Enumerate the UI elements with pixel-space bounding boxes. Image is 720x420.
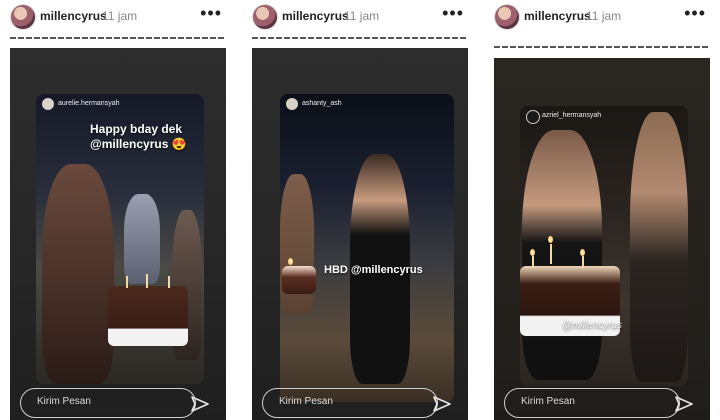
story-content[interactable]: ashanty_ash HBD @millencyrus Kirim Pesan [252,48,468,420]
candle [126,276,128,288]
candle-flame [530,249,535,256]
avatar[interactable] [494,4,520,30]
candle-flame [548,236,553,243]
photo-person [42,164,114,384]
card-username: azriel_hermansyah [542,112,602,119]
story-header: millencyrus 11 jam ••• [484,0,720,34]
candle [532,256,534,268]
story-content[interactable]: aurelie.hermansyah Happy bday dek @mille… [10,48,226,420]
more-options-icon[interactable]: ••• [684,3,706,24]
story-panel-3: millencyrus 11 jam ••• azriel_hermansyah… [484,0,720,420]
card-username: aurelie.hermansyah [58,100,120,107]
reposted-story-card: aurelie.hermansyah Happy bday dek @mille… [36,94,204,384]
send-message-placeholder: Kirim Pesan [279,396,333,407]
username[interactable]: millencyrus [524,9,591,23]
candle [550,244,552,264]
story-header: millencyrus 11 jam ••• [0,0,236,34]
photo-person [630,112,688,382]
send-icon[interactable] [432,394,452,414]
story-progress-bar [10,37,226,39]
story-header: millencyrus 11 jam ••• [242,0,478,34]
candle [168,276,170,288]
candle [582,256,584,268]
send-icon[interactable] [674,394,694,414]
reposted-story-card: azriel_hermansyah @millencyrus [520,106,688,386]
username[interactable]: millencyrus [40,9,107,23]
post-time: 11 jam [344,9,380,23]
card-avatar [526,110,540,124]
card-avatar [42,98,54,110]
story-caption: @millencyrus [562,320,623,331]
more-options-icon[interactable]: ••• [200,3,222,24]
send-message-input[interactable]: Kirim Pesan [20,388,196,418]
post-time: 11 jam [586,9,622,23]
candle-flame [580,249,585,256]
reposted-story-card: ashanty_ash HBD @millencyrus [280,94,454,402]
story-caption: Happy bday dek @millencyrus 😍 [90,122,187,151]
send-icon[interactable] [190,394,210,414]
candle-flame [288,258,293,265]
post-time: 11 jam [102,9,138,23]
story-content[interactable]: azriel_hermansyah @millencyrus Kirim Pes… [494,58,710,420]
send-message-input[interactable]: Kirim Pesan [262,388,438,418]
story-panel-1: millencyrus 11 jam ••• aurelie.hermansya… [0,0,236,420]
birthday-cake [282,266,316,294]
story-progress-bar [494,46,710,48]
username[interactable]: millencyrus [282,9,349,23]
story-caption: HBD @millencyrus [324,264,423,276]
send-message-input[interactable]: Kirim Pesan [504,388,680,418]
birthday-cake [108,286,188,346]
story-progress-bar [252,37,468,39]
candle [146,274,148,288]
card-avatar [286,98,298,110]
photo-person [124,194,160,284]
avatar[interactable] [10,4,36,30]
send-message-placeholder: Kirim Pesan [37,396,91,407]
avatar[interactable] [252,4,278,30]
more-options-icon[interactable]: ••• [442,3,464,24]
send-message-placeholder: Kirim Pesan [521,396,575,407]
story-panel-2: millencyrus 11 jam ••• ashanty_ash HBD @… [242,0,478,420]
card-username: ashanty_ash [302,100,342,107]
